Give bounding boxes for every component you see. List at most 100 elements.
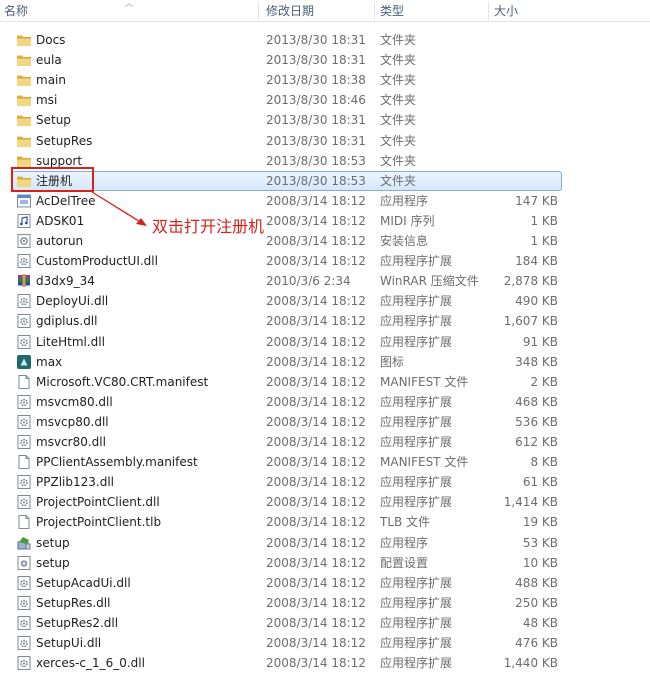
file-row[interactable]: msvcm80.dll 2008/3/14 18:12 应用程序扩展 468 KB [0,392,650,412]
folder-icon [16,52,32,68]
file-row[interactable]: autorun 2008/3/14 18:12 安装信息 1 KB [0,231,650,251]
file-type: 应用程序扩展 [380,294,453,309]
file-row[interactable]: SetupRes.dll 2008/3/14 18:12 应用程序扩展 250 KB [0,593,650,613]
dll-icon [16,434,32,450]
dll-icon [16,575,32,591]
file-row[interactable]: SetupAcadUi.dll 2008/3/14 18:12 应用程序扩展 488 … [0,573,650,593]
file-date: 2008/3/14 18:12 [266,535,366,550]
column-header-bar: ︿ 名称 修改日期 类型 大小 [0,0,650,22]
column-header-name[interactable]: 名称 [4,0,254,22]
file-row[interactable]: Microsoft.VC80.CRT.manifest 2008/3/14 18:… [0,372,650,392]
file-row[interactable]: 注册机 2013/8/30 18:53 文件夹 [0,170,650,191]
file-row[interactable]: DeployUi.dll 2008/3/14 18:12 应用程序扩展 490 KB [0,291,650,311]
file-date: 2008/3/14 18:12 [266,314,366,329]
file-size: 490 KB [515,294,558,309]
file-row[interactable]: support 2013/8/30 18:53 文件夹 [0,151,650,171]
file-date: 2010/3/6 2:34 [266,274,351,289]
file-row[interactable]: main 2013/8/30 18:38 文件夹 [0,70,650,90]
folder-icon [16,72,32,88]
column-divider[interactable] [258,2,259,20]
file-row[interactable]: max 2008/3/14 18:12 图标 348 KB [0,352,650,372]
file-icon [16,514,32,530]
file-row[interactable]: setup 2008/3/14 18:12 配置设置 10 KB [0,553,650,573]
file-row[interactable]: SetupRes2.dll 2008/3/14 18:12 应用程序扩展 48 KB [0,613,650,633]
file-row[interactable]: PPClientAssembly.manifest 2008/3/14 18:12… [0,452,650,472]
file-row[interactable]: LiteHtml.dll 2008/3/14 18:12 应用程序扩展 91 KB [0,332,650,352]
file-row[interactable]: ProjectPointClient.dll 2008/3/14 18:12 应用程… [0,492,650,512]
file-name: SetupRes.dll [36,595,111,610]
column-divider[interactable] [374,2,375,20]
file-size: 19 KB [522,515,558,530]
file-size: 2 KB [530,374,558,389]
file-row[interactable]: msvcp80.dll 2008/3/14 18:12 应用程序扩展 536 KB [0,412,650,432]
file-size: 250 KB [515,595,558,610]
file-size: 48 KB [522,615,558,630]
file-name: PPClientAssembly.manifest [36,455,198,470]
file-row[interactable]: d3dx9_34 2010/3/6 2:34 WinRAR 压缩文件 2,878 KB [0,271,650,291]
file-row[interactable]: ProjectPointClient.tlb 2008/3/14 18:12 TLB… [0,512,650,532]
file-type: TLB 文件 [380,515,431,530]
file-name: PPZlib123.dll [36,475,114,490]
file-type: 应用程序扩展 [380,334,453,349]
file-row[interactable]: Setup 2013/8/30 18:31 文件夹 [0,110,650,130]
file-name: main [36,73,66,88]
file-date: 2013/8/30 18:31 [266,133,366,148]
file-row[interactable]: SetupUi.dll 2008/3/14 18:12 应用程序扩展 476 KB [0,633,650,653]
file-type: 文件夹 [380,113,417,128]
file-date: 2008/3/14 18:12 [266,495,366,510]
file-name: CustomProductUI.dll [36,254,158,269]
file-size: 8 KB [530,455,558,470]
file-type: 图标 [380,354,405,369]
file-size [490,131,558,151]
file-date: 2008/3/14 18:12 [266,615,366,630]
column-header-size[interactable]: 大小 [494,0,574,22]
file-date: 2008/3/14 18:12 [266,636,366,650]
file-size: 61 KB [522,475,558,490]
file-name: xerces-c_1_6_0.dll [36,656,145,671]
file-type: MANIFEST 文件 [380,455,469,470]
column-header-type[interactable]: 类型 [380,0,480,22]
file-date: 2008/3/14 18:12 [266,555,366,570]
file-size [490,50,558,70]
file-row[interactable]: PPZlib123.dll 2008/3/14 18:12 应用程序扩展 61 KB [0,472,650,492]
file-size [490,70,558,90]
file-row[interactable]: eula 2013/8/30 18:31 文件夹 [0,50,650,70]
file-row[interactable]: msvcr80.dll 2008/3/14 18:12 应用程序扩展 612 KB [0,432,650,452]
file-date: 2008/3/14 18:12 [266,435,366,449]
file-name: 注册机 [36,173,73,188]
file-name: setup [36,555,70,570]
file-type: 文件夹 [380,33,417,47]
file-name: support [36,153,83,168]
file-date: 2008/3/14 18:12 [266,656,366,671]
file-row[interactable]: SetupRes 2013/8/30 18:31 文件夹 [0,131,650,151]
file-date: 2013/8/30 18:53 [266,173,366,188]
dll-icon [16,253,32,269]
dll-icon [16,334,32,350]
file-row[interactable]: Docs 2013/8/30 18:31 文件夹 [0,30,650,50]
inf-icon [16,233,32,249]
file-row[interactable]: xerces-c_1_6_0.dll 2008/3/14 18:12 应用程序扩展 1… [0,653,650,673]
file-date: 2013/8/30 18:38 [266,73,366,88]
file-row[interactable]: CustomProductUI.dll 2008/3/14 18:12 应用程序扩展… [0,251,650,271]
file-date: 2013/8/30 18:53 [266,153,366,168]
annotation-arrow-icon [91,191,147,226]
file-row[interactable]: msi 2013/8/30 18:46 文件夹 [0,90,650,110]
file-type: 应用程序扩展 [380,314,453,329]
file-name: msvcm80.dll [36,394,113,409]
file-date: 2008/3/14 18:12 [266,595,366,610]
file-row[interactable]: setup 2008/3/14 18:12 应用程序 53 KB [0,533,650,553]
dll-icon [16,293,32,309]
column-divider[interactable] [488,2,489,20]
file-name: msvcr80.dll [36,435,106,449]
folder-icon [16,153,32,169]
file-size: 612 KB [515,435,558,449]
file-name: Setup [36,113,71,128]
file-type: MIDI 序列 [380,213,435,228]
exe-icon [16,193,32,209]
file-row[interactable]: gdiplus.dll 2008/3/14 18:12 应用程序扩展 1,607 KB [0,311,650,331]
file-type: 应用程序扩展 [380,394,453,409]
file-name: ProjectPointClient.dll [36,495,160,510]
folder-icon [16,133,32,149]
column-header-date[interactable]: 修改日期 [266,0,372,22]
file-size: 468 KB [515,394,558,409]
